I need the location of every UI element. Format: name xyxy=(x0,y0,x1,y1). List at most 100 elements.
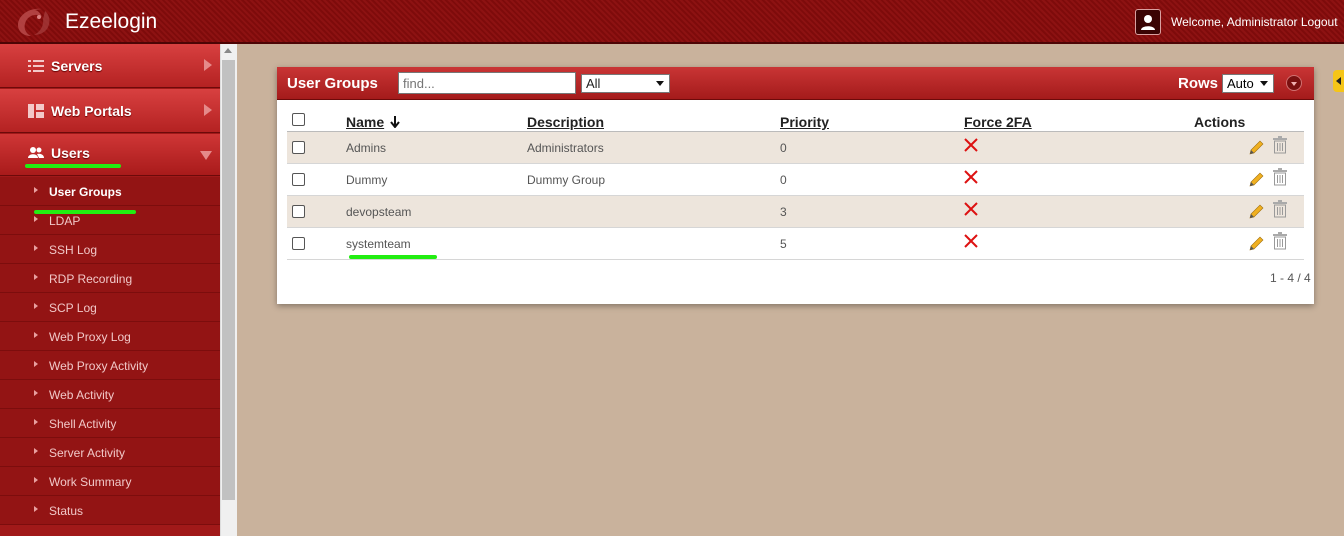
search-input[interactable] xyxy=(398,72,576,94)
rows-select-value: Auto xyxy=(1227,76,1254,91)
sidebar-item-label: Users xyxy=(51,145,90,161)
sidebar-item-web-proxy-activity[interactable]: Web Proxy Activity xyxy=(0,351,220,380)
chevron-down-icon xyxy=(200,151,212,160)
app-title: Ezeelogin xyxy=(65,10,158,33)
sidebar-item-label: Web Activity xyxy=(49,388,115,402)
cell-description: Dummy Group xyxy=(527,173,606,187)
bullet-icon xyxy=(34,448,38,454)
trash-delete-icon[interactable] xyxy=(1272,232,1288,250)
user-icon xyxy=(1141,15,1155,30)
sidebar-item-scp-log[interactable]: SCP Log xyxy=(0,293,220,322)
bullet-icon xyxy=(34,390,38,396)
panel-title: User Groups xyxy=(287,75,378,92)
trash-delete-icon[interactable] xyxy=(1272,136,1288,154)
users-icon xyxy=(28,147,44,158)
sidebar-item-label: Web Proxy Log xyxy=(49,330,131,344)
filter-select-value: All xyxy=(586,76,601,91)
logout-link[interactable]: Logout xyxy=(1301,15,1338,29)
scroll-up-arrow-icon[interactable] xyxy=(224,48,232,53)
sidebar-item-web-activity[interactable]: Web Activity xyxy=(0,380,220,409)
sort-down-arrow-icon xyxy=(390,116,400,128)
sidebar-item-label: Status xyxy=(49,504,84,518)
sidebar-item-web-portals[interactable]: Web Portals xyxy=(0,89,220,133)
cell-name: Admins xyxy=(346,141,387,155)
table-row: systemteam 5 xyxy=(287,228,1304,260)
sidebar-item-status[interactable]: Status xyxy=(0,496,220,525)
red-x-icon xyxy=(964,202,978,216)
sidebar-item-label: Server Activity xyxy=(49,446,126,460)
bullet-icon xyxy=(34,245,38,251)
users-submenu: User Groups LDAP SSH Log RDP Recording S… xyxy=(0,177,220,525)
collapse-panel-button[interactable] xyxy=(1286,75,1302,91)
table-row: Dummy Dummy Group 0 xyxy=(287,164,1304,196)
grid-icon xyxy=(28,104,44,118)
sidebar-item-work-summary[interactable]: Work Summary xyxy=(0,467,220,496)
highlight-mark-systemteam xyxy=(349,255,437,259)
pencil-edit-icon[interactable] xyxy=(1248,140,1264,156)
side-panel-toggle[interactable] xyxy=(1333,70,1344,92)
row-checkbox[interactable] xyxy=(292,205,305,218)
sidebar-item-users[interactable]: Users xyxy=(0,134,220,176)
table-header-row: Name Description Priority Force 2FA Acti… xyxy=(287,109,1304,132)
sidebar-item-label: LDAP xyxy=(49,214,81,228)
bullet-icon xyxy=(34,361,38,367)
sidebar-item-shell-activity[interactable]: Shell Activity xyxy=(0,409,220,438)
column-header-name[interactable]: Name xyxy=(346,114,400,130)
rows-label: Rows xyxy=(1178,75,1219,92)
cell-priority: 3 xyxy=(780,205,787,219)
welcome-label: Welcome, Administrator xyxy=(1171,15,1298,29)
sidebar-item-label: SCP Log xyxy=(49,301,97,315)
pencil-edit-icon[interactable] xyxy=(1248,236,1264,252)
list-icon xyxy=(28,60,44,72)
welcome-text: Welcome, Administrator Logout xyxy=(1171,15,1338,29)
chevron-right-icon xyxy=(204,59,212,71)
highlight-mark-users xyxy=(25,164,121,168)
trash-delete-icon[interactable] xyxy=(1272,168,1288,186)
sidebar-scroll-thumb[interactable] xyxy=(222,60,235,500)
cell-name: systemteam xyxy=(346,237,411,251)
sidebar-item-user-groups[interactable]: User Groups xyxy=(0,177,220,206)
sidebar-item-label: Web Portals xyxy=(51,103,132,119)
chevron-down-icon xyxy=(1291,82,1297,86)
pencil-edit-icon[interactable] xyxy=(1248,172,1264,188)
sidebar-item-ssh-log[interactable]: SSH Log xyxy=(0,235,220,264)
sidebar-item-label: RDP Recording xyxy=(49,272,133,286)
chevron-right-icon xyxy=(204,104,212,116)
sidebar-item-server-activity[interactable]: Server Activity xyxy=(0,438,220,467)
red-x-icon xyxy=(964,234,978,248)
row-checkbox[interactable] xyxy=(292,237,305,250)
sidebar-item-label: SSH Log xyxy=(49,243,98,257)
pagination-info: 1 - 4 / 4 xyxy=(1270,271,1311,285)
select-all-checkbox[interactable] xyxy=(292,113,305,126)
top-bar: Ezeelogin Welcome, Administrator Logout xyxy=(0,0,1344,44)
row-checkbox[interactable] xyxy=(292,141,305,154)
column-header-force-2fa[interactable]: Force 2FA xyxy=(964,114,1032,130)
highlight-mark-user-groups xyxy=(34,210,136,214)
pencil-edit-icon[interactable] xyxy=(1248,204,1264,220)
chevron-left-icon xyxy=(1336,77,1341,85)
column-header-priority[interactable]: Priority xyxy=(780,114,829,130)
sidebar-item-web-proxy-log[interactable]: Web Proxy Log xyxy=(0,322,220,351)
user-avatar[interactable] xyxy=(1135,9,1161,35)
table-row: devopsteam 3 xyxy=(287,196,1304,228)
bullet-icon xyxy=(34,303,38,309)
ezeelogin-logo-icon[interactable] xyxy=(12,5,54,39)
column-header-label: Name xyxy=(346,114,385,130)
bullet-icon xyxy=(34,187,38,193)
sidebar-item-label: Shell Activity xyxy=(49,417,117,431)
filter-select[interactable]: All xyxy=(581,74,670,93)
sidebar-item-rdp-recording[interactable]: RDP Recording xyxy=(0,264,220,293)
cell-description: Administrators xyxy=(527,141,604,155)
rows-select[interactable]: Auto xyxy=(1222,74,1274,93)
cell-priority: 5 xyxy=(780,237,787,251)
bullet-icon xyxy=(34,506,38,512)
sidebar-item-servers[interactable]: Servers xyxy=(0,44,220,88)
row-checkbox[interactable] xyxy=(292,173,305,186)
column-header-description[interactable]: Description xyxy=(527,114,604,130)
cell-priority: 0 xyxy=(780,173,787,187)
bullet-icon xyxy=(34,216,38,222)
chevron-down-icon xyxy=(656,81,664,86)
red-x-icon xyxy=(964,170,978,184)
bullet-icon xyxy=(34,332,38,338)
trash-delete-icon[interactable] xyxy=(1272,200,1288,218)
